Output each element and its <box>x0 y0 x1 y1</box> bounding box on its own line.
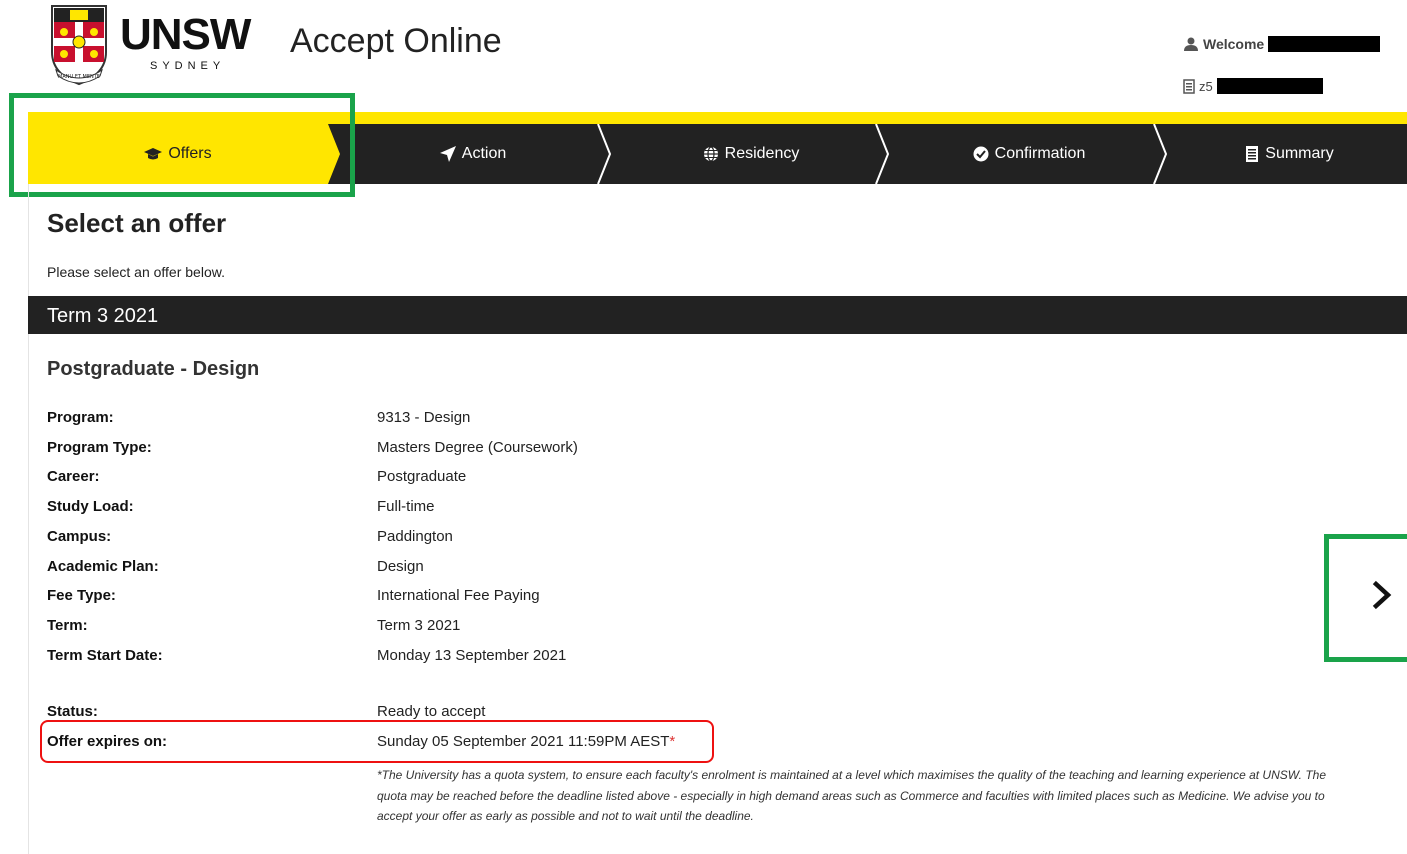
unsw-crest-icon: MANU ET MENTE <box>51 5 107 86</box>
term-label: Term 3 2021 <box>47 305 159 327</box>
tab-summary[interactable]: Summary <box>1172 124 1407 184</box>
app-title: Accept Online <box>290 22 502 60</box>
student-id-prefix: z5 <box>1199 78 1213 94</box>
redacted-username <box>1268 36 1381 52</box>
next-offer-button[interactable] <box>1368 578 1398 612</box>
field-value: Full-time <box>377 497 435 515</box>
tab-confirmation-label: Confirmation <box>994 145 1086 162</box>
field-label: Campus: <box>47 527 112 545</box>
quota-note: *The University has a quota system, to e… <box>377 768 1326 823</box>
field-study-load: Study Load: Full-time <box>47 495 435 517</box>
tab-residency[interactable]: Residency <box>616 124 886 184</box>
status-value: Ready to accept <box>377 702 486 720</box>
field-label: Term Start Date: <box>47 646 163 664</box>
field-program: Program: 9313 - Design <box>47 406 470 428</box>
term-header: Term 3 2021 <box>28 296 1407 334</box>
page-title: Select an offer <box>47 208 227 238</box>
field-fee-type: Fee Type: International Fee Paying <box>47 584 540 606</box>
chevron-right-icon <box>1372 580 1392 610</box>
field-label: Career: <box>47 467 100 485</box>
welcome-label: Welcome <box>1203 36 1265 52</box>
field-value: Term 3 2021 <box>377 616 461 634</box>
field-value: Monday 13 September 2021 <box>377 646 567 664</box>
globe-icon <box>703 146 718 162</box>
field-label: Program: <box>47 408 114 426</box>
field-campus: Campus: Paddington <box>47 525 453 547</box>
tab-residency-label: Residency <box>724 145 800 162</box>
field-value: Masters Degree (Coursework) <box>377 438 578 456</box>
redacted-student-id <box>1216 78 1323 94</box>
student-id: z5 <box>1183 78 1323 94</box>
field-label: Study Load: <box>47 497 134 515</box>
offer-heading: Postgraduate - Design <box>47 358 260 380</box>
field-status: Status: Ready to accept <box>47 700 485 722</box>
highlight-offers-tab <box>9 93 355 197</box>
step-separator <box>1153 124 1168 184</box>
field-value: Design <box>377 557 424 575</box>
field-value: 9313 - Design <box>377 408 471 426</box>
status-label: Status: <box>47 702 98 720</box>
field-academic-plan: Academic Plan: Design <box>47 555 424 577</box>
field-label: Fee Type: <box>47 586 116 604</box>
paper-plane-icon <box>439 146 456 162</box>
step-separator <box>597 124 612 184</box>
field-program-type: Program Type: Masters Degree (Coursework… <box>47 436 578 458</box>
highlight-offer-expiry <box>40 720 714 763</box>
step-separator <box>875 124 890 184</box>
user-icon <box>1184 37 1198 51</box>
crest-motto: MANU ET MENTE <box>58 74 100 80</box>
brand-sub: SYDNEY <box>150 60 226 72</box>
unsw-logo[interactable]: MANU ET MENTE UNSW SYDNEY <box>50 4 251 90</box>
field-label: Term: <box>47 616 88 634</box>
id-card-icon <box>1183 78 1195 94</box>
tab-action-label: Action <box>461 145 507 162</box>
tab-action[interactable]: Action <box>338 124 608 184</box>
field-label: Program Type: <box>47 438 152 456</box>
field-term: Term: Term 3 2021 <box>47 614 460 636</box>
check-circle-icon <box>973 146 989 162</box>
field-career: Career: Postgraduate <box>47 465 466 487</box>
welcome-user[interactable]: Welcome <box>1183 36 1381 52</box>
field-label: Academic Plan: <box>47 557 159 575</box>
tab-summary-label: Summary <box>1265 145 1334 162</box>
field-value: Postgraduate <box>377 467 467 485</box>
document-icon <box>1246 146 1259 162</box>
field-term-start-date: Term Start Date: Monday 13 September 202… <box>47 644 566 666</box>
brand-main: UNSW <box>120 10 251 59</box>
tab-confirmation[interactable]: Confirmation <box>894 124 1164 184</box>
page-subtitle: Please select an offer below. <box>47 264 225 280</box>
field-value: Paddington <box>377 527 453 545</box>
field-value: International Fee Paying <box>377 586 540 604</box>
